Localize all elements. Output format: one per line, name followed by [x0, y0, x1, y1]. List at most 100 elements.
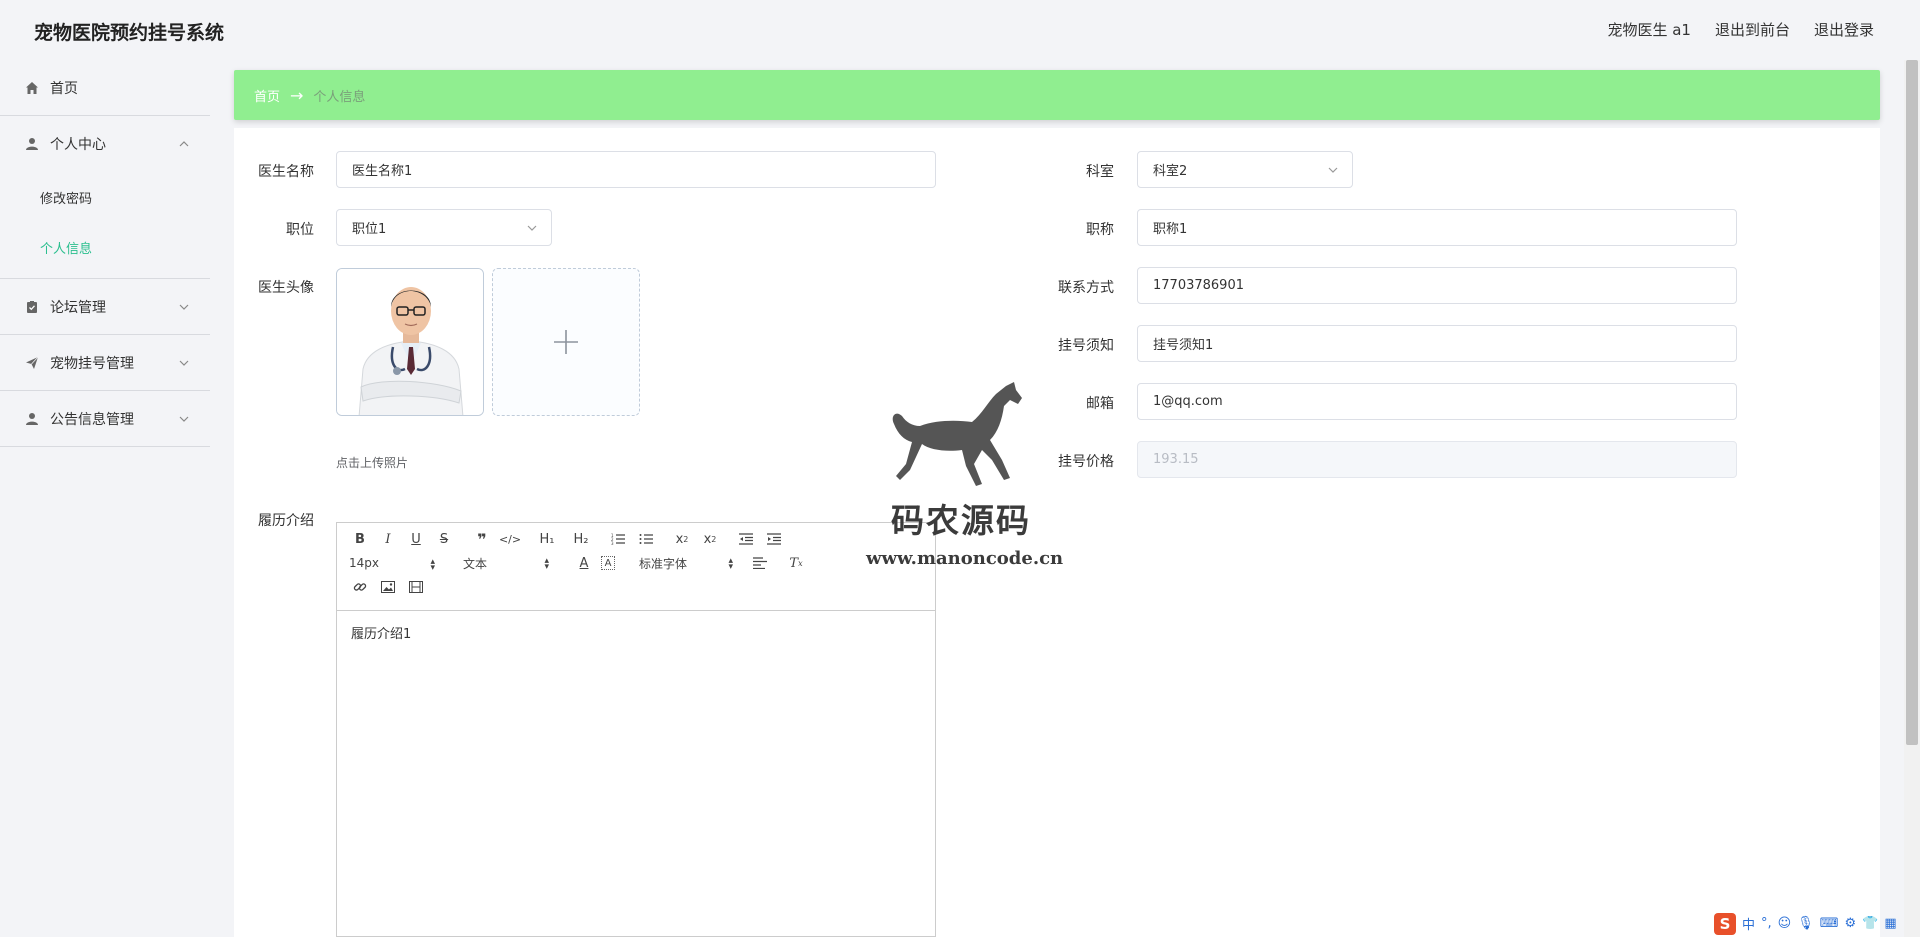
department-select[interactable]: 科室2	[1137, 151, 1353, 188]
upload-tip: 点击上传照片	[336, 456, 409, 470]
watermark-url: www.manoncode.cn	[866, 548, 1064, 569]
watermark-title: 码农源码	[891, 501, 1031, 540]
clear-format-icon[interactable]: Tx	[785, 553, 807, 573]
position-label: 职位	[286, 222, 314, 238]
sidebar-item-forum[interactable]: 论坛管理	[0, 279, 210, 335]
avatar-upload-button[interactable]	[492, 268, 640, 416]
resume-editor: B I U S ❞ </> H₁ H₂ 123 x2 x2 14px ▴ ▾ 文…	[336, 522, 936, 937]
font-family-value: 标准字体	[639, 556, 688, 571]
doctor-name-label: 医生名称	[258, 164, 314, 180]
emoji-icon[interactable]: ☺	[1778, 916, 1792, 931]
app-title: 宠物医院预约挂号系统	[34, 22, 225, 44]
title-input[interactable]: 职称1	[1137, 209, 1737, 246]
bullet-list-icon[interactable]	[635, 529, 657, 549]
scrollbar-thumb[interactable]	[1906, 60, 1918, 745]
toolbar-row-3	[349, 577, 433, 597]
sidebar-item-personal-center[interactable]: 个人中心	[0, 116, 210, 172]
department-select-value: 科室2	[1153, 164, 1188, 179]
quote-icon[interactable]: ❞	[471, 529, 493, 549]
video-icon[interactable]	[405, 577, 427, 597]
sidebar-item-registration[interactable]: 宠物挂号管理	[0, 335, 210, 391]
font-family-select[interactable]: 标准字体 ▴ ▾	[639, 555, 733, 572]
outdent-icon[interactable]	[735, 529, 757, 549]
font-size-select[interactable]: 14px ▴ ▾	[349, 556, 435, 573]
ime-toolbar: S 中 °, ☺ 🎙 ⌨ ⚙ 👕 ▦	[1712, 910, 1920, 937]
ordered-list-icon[interactable]: 123	[607, 529, 629, 549]
chevron-down-icon	[1328, 167, 1338, 173]
chevron-down-icon	[179, 360, 189, 366]
select-arrows-icon: ▴ ▾	[430, 557, 435, 573]
underline-icon[interactable]: U	[405, 529, 427, 549]
text-style-select[interactable]: 文本 ▴ ▾	[463, 555, 549, 572]
microphone-icon[interactable]: 🎙	[1797, 916, 1814, 931]
sidebar-item-personal-info[interactable]: 个人信息	[0, 222, 210, 272]
select-arrows-icon: ▴ ▾	[544, 555, 549, 572]
ime-language[interactable]: 中	[1742, 914, 1755, 933]
subscript-icon[interactable]: x2	[671, 529, 693, 549]
logout-link[interactable]: 退出登录	[1814, 19, 1874, 40]
top-bar: 宠物医院预约挂号系统 宠物医生 a1 退出到前台 退出登录	[0, 0, 1920, 60]
chevron-down-icon	[179, 416, 189, 422]
notice-label: 挂号须知	[1058, 338, 1114, 354]
breadcrumb-arrow: →	[290, 85, 304, 105]
position-select[interactable]: 职位1	[336, 209, 552, 246]
select-arrows-icon: ▴ ▾	[728, 555, 733, 572]
price-input[interactable]: 193.15	[1137, 441, 1737, 478]
user-icon	[24, 136, 40, 152]
font-size-value: 14px	[349, 556, 379, 570]
keyboard-icon[interactable]: ⌨	[1820, 916, 1839, 931]
background-color-icon[interactable]: A	[601, 556, 615, 570]
bold-icon[interactable]: B	[349, 529, 371, 549]
svg-text:3: 3	[611, 541, 614, 545]
sidebar-item-announcement[interactable]: 公告信息管理	[0, 391, 210, 447]
send-icon	[24, 355, 40, 371]
back-to-frontend-link[interactable]: 退出到前台	[1715, 19, 1790, 40]
email-input[interactable]: 1@qq.com	[1137, 383, 1737, 420]
clipboard-icon	[24, 299, 40, 315]
doctor-name-input[interactable]: 医生名称1	[336, 151, 936, 188]
indent-icon[interactable]	[763, 529, 785, 549]
notice-input[interactable]: 挂号须知1	[1137, 325, 1737, 362]
h2-icon[interactable]: H₂	[567, 529, 595, 549]
user-settings-icon[interactable]: ⚙	[1845, 916, 1857, 931]
align-icon[interactable]	[749, 553, 771, 573]
link-icon[interactable]	[349, 577, 371, 597]
resume-label: 履历介绍	[258, 513, 314, 529]
font-color-icon[interactable]: A	[573, 553, 595, 573]
doctor-photo	[337, 269, 483, 415]
text-style-value: 文本	[463, 556, 488, 571]
doctor-avatar[interactable]	[336, 268, 484, 416]
toolbar-row-1: B I U S ❞ </> H₁ H₂ 123 x2 x2	[349, 529, 791, 549]
superscript-icon[interactable]: x2	[699, 529, 721, 549]
breadcrumb: 首页 → 个人信息	[234, 70, 1880, 120]
skin-icon[interactable]: 👕	[1862, 916, 1878, 931]
grid-icon[interactable]: ▦	[1884, 916, 1896, 931]
watermark: 码农源码 www.manoncode.cn	[866, 380, 1064, 569]
avatar-label: 医生头像	[258, 280, 314, 296]
ime-punctuation[interactable]: °,	[1761, 916, 1772, 931]
h1-icon[interactable]: H₁	[533, 529, 561, 549]
sidebar-item-home[interactable]: 首页	[0, 60, 210, 116]
code-icon[interactable]: </>	[499, 529, 521, 549]
image-icon[interactable]	[377, 577, 399, 597]
title-label: 职称	[1086, 222, 1114, 238]
breadcrumb-home[interactable]: 首页	[254, 86, 280, 105]
ime-logo-icon[interactable]: S	[1714, 912, 1736, 935]
contact-input[interactable]: 17703786901	[1137, 267, 1737, 304]
sidebar-item-label: 公告信息管理	[50, 411, 134, 428]
editor-content[interactable]: 履历介绍1	[337, 611, 935, 654]
toolbar-row-2: 14px ▴ ▾ 文本 ▴ ▾ A A 标准字体 ▴ ▾ Tx	[349, 553, 813, 573]
sidebar-item-change-password[interactable]: 修改密码	[0, 172, 210, 222]
sidebar-group-personal: 个人中心 修改密码 个人信息	[0, 116, 210, 279]
contact-label: 联系方式	[1058, 280, 1114, 296]
horse-logo	[892, 382, 1022, 486]
editor-toolbar: B I U S ❞ </> H₁ H₂ 123 x2 x2 14px ▴ ▾ 文…	[337, 523, 935, 611]
form-card: 医生名称 医生名称1 职位 职位1 医生头像 点击上传照片 履历介绍 B I U…	[234, 128, 1880, 937]
user-icon	[24, 411, 40, 427]
strike-icon[interactable]: S	[433, 529, 455, 549]
breadcrumb-current: 个人信息	[313, 89, 366, 105]
position-select-value: 职位1	[352, 222, 387, 237]
current-user-label[interactable]: 宠物医生 a1	[1607, 19, 1691, 40]
sidebar-item-label: 宠物挂号管理	[50, 355, 134, 372]
italic-icon[interactable]: I	[377, 529, 399, 549]
